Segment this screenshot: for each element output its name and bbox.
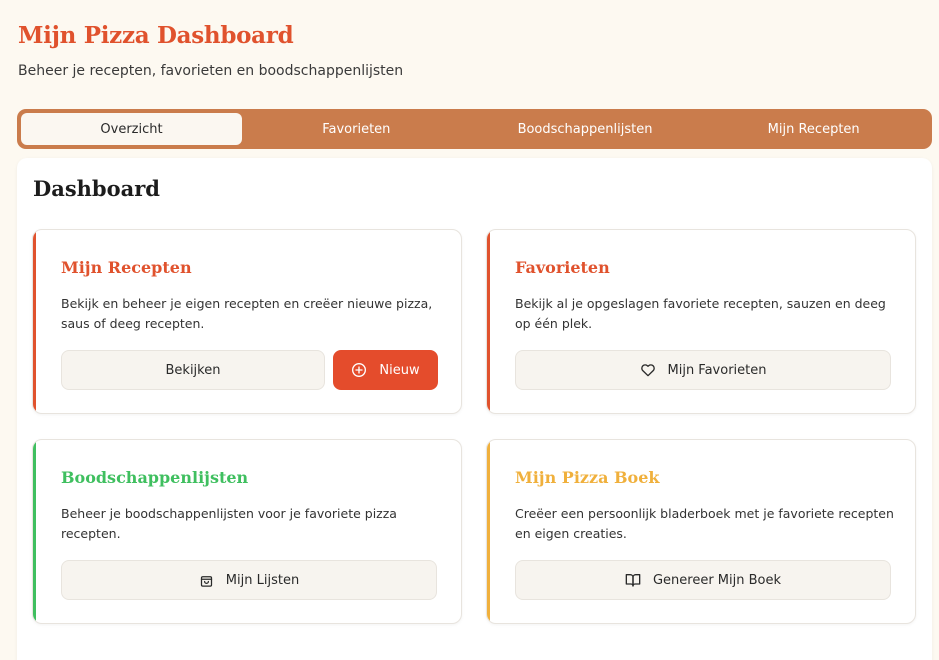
favorites-card-description: Bekijk al je opgeslagen favoriete recept… (515, 296, 886, 331)
pizza-book-card: Mijn Pizza Boek Creëer een persoonlijk b… (486, 439, 916, 624)
view-recipes-button[interactable]: Bekijken (61, 350, 325, 390)
tab-bar: Overzicht Favorieten Boodschappenlijsten… (17, 109, 932, 149)
dashboard-panel: Dashboard Mijn Recepten Bekijk en beheer… (17, 158, 932, 660)
tab-mijn-recepten[interactable]: Mijn Recepten (699, 113, 928, 145)
pizza-book-card-description: Creëer een persoonlijk bladerboek met je… (515, 506, 894, 541)
dashboard-title: Dashboard (33, 176, 160, 201)
page-title: Mijn Pizza Dashboard (18, 22, 294, 49)
new-recipe-label: Nieuw (379, 362, 420, 378)
tab-overzicht[interactable]: Overzicht (21, 113, 242, 145)
heart-icon (640, 364, 655, 377)
recipes-card: Mijn Recepten Bekijk en beheer je eigen … (32, 229, 462, 414)
generate-book-button[interactable]: Genereer Mijn Boek (515, 560, 891, 600)
page-header: Mijn Pizza Dashboard Beheer je recepten,… (18, 22, 403, 79)
favorites-card: Favorieten Bekijk al je opgeslagen favor… (486, 229, 916, 414)
recipes-card-title: Mijn Recepten (61, 258, 192, 277)
my-lists-button[interactable]: Mijn Lijsten (61, 560, 437, 600)
generate-book-label: Genereer Mijn Boek (652, 572, 782, 588)
recipes-card-description: Bekijk en beheer je eigen recepten en cr… (61, 296, 433, 331)
favorites-card-title: Favorieten (515, 258, 610, 277)
tab-boodschappenlijsten[interactable]: Boodschappenlijsten (471, 113, 700, 145)
page-subtitle: Beheer je recepten, favorieten en boodsc… (18, 63, 404, 79)
shopping-lists-card: Boodschappenlijsten Beheer je boodschapp… (32, 439, 462, 624)
my-favorites-button[interactable]: Mijn Favorieten (515, 350, 891, 390)
shopping-bag-icon (200, 575, 212, 587)
book-open-icon (625, 574, 641, 587)
my-favorites-label: Mijn Favorieten (667, 362, 767, 378)
shopping-lists-card-description: Beheer je boodschappenlijsten voor je fa… (61, 506, 397, 541)
shopping-lists-card-title: Boodschappenlijsten (61, 468, 249, 487)
tab-favorieten[interactable]: Favorieten (242, 113, 471, 145)
pizza-book-card-title: Mijn Pizza Boek (515, 468, 660, 487)
new-recipe-button[interactable]: Nieuw (333, 350, 438, 390)
my-lists-label: Mijn Lijsten (225, 572, 300, 588)
view-recipes-label: Bekijken (165, 362, 221, 378)
plus-circle-icon (352, 363, 367, 377)
